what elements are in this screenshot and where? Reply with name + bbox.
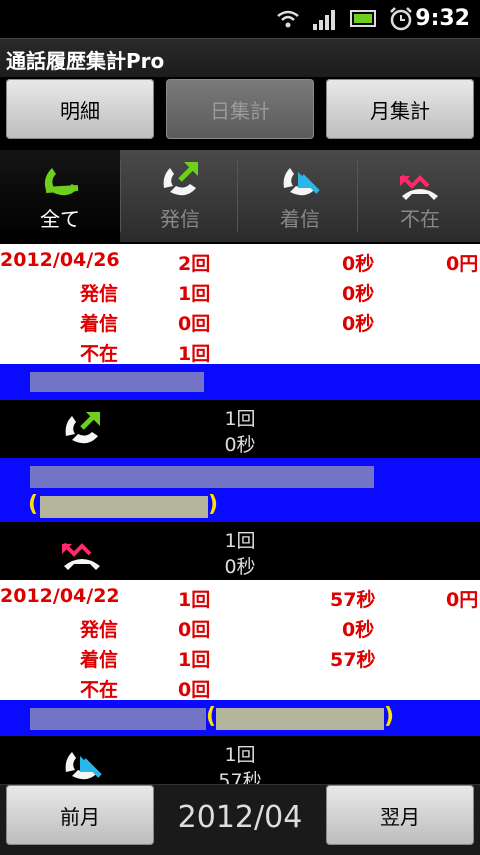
row-count: 0回 bbox=[178, 619, 211, 641]
day-incoming-row: 着信 0回 0秒 bbox=[0, 306, 480, 336]
next-month-button[interactable]: 翌月 bbox=[326, 785, 474, 845]
contact-paren-open: ( bbox=[28, 492, 39, 517]
tab-all-label: 全て bbox=[40, 207, 80, 231]
tab-incoming-label: 着信 bbox=[280, 207, 320, 231]
entry-seconds: 0秒 bbox=[224, 556, 256, 578]
monthly-summary-button[interactable]: 月集計 bbox=[326, 79, 474, 139]
tab-incoming[interactable]: 着信 bbox=[240, 150, 360, 242]
battery-icon bbox=[350, 10, 376, 27]
day-total-row: 2012/04/22 1回 57秒 0円 bbox=[0, 582, 480, 612]
row-label: 不在 bbox=[80, 679, 119, 701]
status-time: 9:32 bbox=[415, 6, 470, 31]
detail-button[interactable]: 明細 bbox=[6, 79, 154, 139]
row-label: 着信 bbox=[80, 649, 119, 671]
tab-outgoing-label: 発信 bbox=[160, 207, 200, 231]
missed-call-icon bbox=[400, 174, 438, 200]
row-label: 発信 bbox=[80, 283, 119, 305]
row-seconds: 57秒 bbox=[330, 649, 376, 671]
row-count: 0回 bbox=[178, 679, 211, 701]
contact-paren-open: ( bbox=[206, 704, 217, 729]
row-label: 着信 bbox=[80, 313, 119, 335]
entry-count: 1回 bbox=[224, 744, 256, 766]
day-outgoing-row: 発信 1回 0秒 bbox=[0, 276, 480, 306]
row-count: 1回 bbox=[178, 343, 211, 365]
entry-count: 1回 bbox=[224, 408, 256, 430]
signal-icon bbox=[313, 10, 335, 30]
blurred-contact-number bbox=[216, 708, 384, 730]
row-count: 0回 bbox=[178, 313, 211, 335]
day-date: 2012/04/26 bbox=[0, 249, 120, 271]
current-month: 2012/04 bbox=[177, 800, 303, 835]
blurred-contact-number bbox=[40, 496, 208, 518]
day-date: 2012/04/22 bbox=[0, 585, 120, 607]
phone-all-icon bbox=[44, 168, 79, 196]
contact-paren-close: ) bbox=[384, 704, 395, 729]
incoming-call-icon bbox=[283, 168, 320, 196]
app-title: 通話履歴集計Pro bbox=[6, 49, 165, 73]
call-entry[interactable]: 1回 0秒 bbox=[0, 400, 480, 458]
row-label: 発信 bbox=[80, 619, 119, 641]
tab-missed-label: 不在 bbox=[400, 207, 440, 231]
blurred-contact-name bbox=[30, 708, 206, 730]
day-incoming-row: 着信 1回 57秒 bbox=[0, 642, 480, 672]
tab-missed[interactable]: 不在 bbox=[360, 150, 480, 242]
entry-seconds: 0秒 bbox=[224, 434, 256, 456]
daily-summary-button[interactable]: 日集計 bbox=[166, 79, 314, 139]
tab-divider bbox=[357, 160, 358, 232]
status-bar: 9:32 bbox=[0, 0, 480, 38]
day-summary: 2012/04/26 2回 0秒 0円 発信 1回 0秒 着信 0回 0秒 不在… bbox=[0, 244, 480, 366]
blurred-contact-name bbox=[30, 372, 204, 392]
call-type-tabs: 全て 発信 着信 不在 bbox=[0, 150, 480, 242]
day-outgoing-row: 発信 0回 0秒 bbox=[0, 612, 480, 642]
entry-count: 1回 bbox=[224, 530, 256, 552]
entry-seconds: 57秒 bbox=[218, 770, 262, 784]
day-count: 2回 bbox=[178, 253, 211, 275]
alarm-clock-icon bbox=[390, 7, 412, 31]
tab-all[interactable]: 全て bbox=[0, 150, 120, 242]
tab-outgoing[interactable]: 発信 bbox=[120, 150, 240, 242]
row-seconds: 0秒 bbox=[342, 283, 375, 305]
title-bar: 通話履歴集計Pro bbox=[0, 38, 480, 77]
day-summary: 2012/04/22 1回 57秒 0円 発信 0回 0秒 着信 1回 57秒 … bbox=[0, 580, 480, 702]
month-navigation-bar: 前月 2012/04 翌月 bbox=[0, 784, 480, 855]
call-entry[interactable]: 1回 0秒 bbox=[0, 522, 480, 580]
contact-header[interactable]: ( ) bbox=[0, 458, 480, 522]
day-total-row: 2012/04/26 2回 0秒 0円 bbox=[0, 246, 480, 276]
day-yen: 0円 bbox=[446, 253, 479, 275]
row-count: 1回 bbox=[178, 649, 211, 671]
prev-month-button[interactable]: 前月 bbox=[6, 785, 154, 845]
day-count: 1回 bbox=[178, 589, 211, 611]
contact-header[interactable]: ( ) bbox=[0, 700, 480, 736]
row-label: 不在 bbox=[80, 343, 119, 365]
call-summary-list: 2012/04/26 2回 0秒 0円 発信 1回 0秒 着信 0回 0秒 不在… bbox=[0, 244, 480, 784]
day-missed-row: 不在 0回 bbox=[0, 672, 480, 702]
day-seconds: 57秒 bbox=[330, 589, 376, 611]
row-count: 1回 bbox=[178, 283, 211, 305]
day-seconds: 0秒 bbox=[342, 253, 375, 275]
row-seconds: 0秒 bbox=[342, 313, 375, 335]
call-entry[interactable]: 1回 57秒 bbox=[0, 736, 480, 784]
tab-divider bbox=[237, 160, 238, 232]
contact-header[interactable] bbox=[0, 364, 480, 400]
row-seconds: 0秒 bbox=[342, 619, 375, 641]
contact-paren-close: ) bbox=[208, 492, 219, 517]
day-missed-row: 不在 1回 bbox=[0, 336, 480, 366]
wifi-icon bbox=[277, 10, 299, 28]
blurred-contact-name bbox=[30, 466, 374, 488]
day-yen: 0円 bbox=[446, 589, 479, 611]
outgoing-call-icon bbox=[163, 162, 198, 196]
